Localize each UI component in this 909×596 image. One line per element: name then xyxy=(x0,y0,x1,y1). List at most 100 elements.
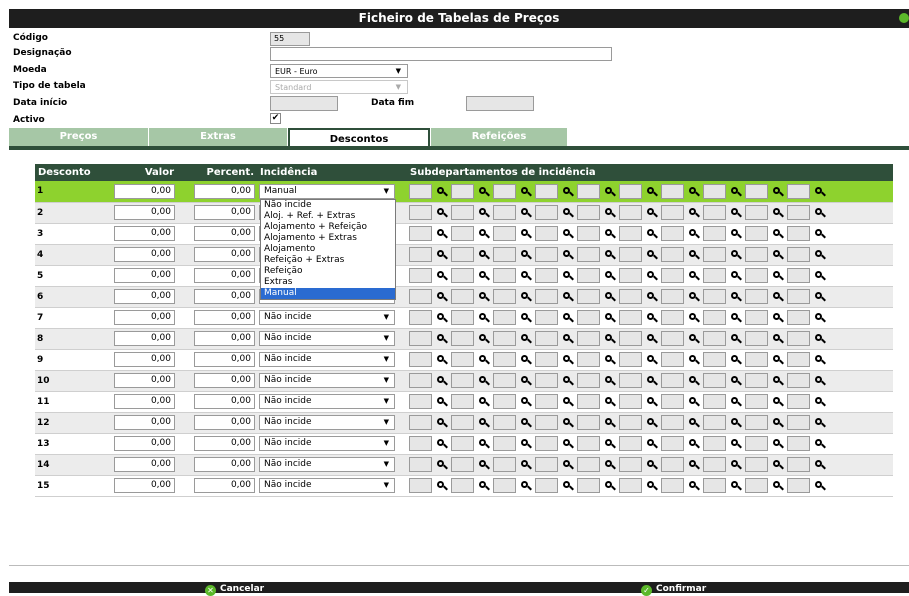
subdep-field[interactable] xyxy=(661,436,684,451)
search-icon[interactable] xyxy=(642,352,661,367)
search-icon[interactable] xyxy=(810,373,829,388)
subdep-field[interactable] xyxy=(409,205,432,220)
valor-input[interactable]: 0,00 xyxy=(114,352,175,367)
search-icon[interactable] xyxy=(642,310,661,325)
search-icon[interactable] xyxy=(474,478,493,493)
search-icon[interactable] xyxy=(600,184,619,199)
search-icon[interactable] xyxy=(432,331,451,346)
search-icon[interactable] xyxy=(600,415,619,430)
subdep-field[interactable] xyxy=(787,352,810,367)
subdep-field[interactable] xyxy=(745,352,768,367)
subdep-field[interactable] xyxy=(619,457,642,472)
data-inicio-field[interactable] xyxy=(270,96,338,111)
table-row[interactable]: 7 0,00 0,00 Não incide ▼ xyxy=(35,307,893,329)
subdep-field[interactable] xyxy=(619,268,642,283)
subdep-field[interactable] xyxy=(577,289,600,304)
subdep-field[interactable] xyxy=(703,373,726,388)
search-icon[interactable] xyxy=(558,457,577,472)
search-icon[interactable] xyxy=(600,205,619,220)
subdep-field[interactable] xyxy=(409,268,432,283)
search-icon[interactable] xyxy=(474,226,493,241)
search-icon[interactable] xyxy=(642,331,661,346)
search-icon[interactable] xyxy=(642,205,661,220)
subdep-field[interactable] xyxy=(493,457,516,472)
subdep-field[interactable] xyxy=(703,394,726,409)
search-icon[interactable] xyxy=(474,331,493,346)
subdep-field[interactable] xyxy=(745,394,768,409)
subdep-field[interactable] xyxy=(409,415,432,430)
subdep-field[interactable] xyxy=(409,226,432,241)
percent-input[interactable]: 0,00 xyxy=(194,478,255,493)
valor-input[interactable]: 0,00 xyxy=(114,205,175,220)
search-icon[interactable] xyxy=(642,394,661,409)
subdep-field[interactable] xyxy=(577,247,600,262)
subdep-field[interactable] xyxy=(787,478,810,493)
search-icon[interactable] xyxy=(642,226,661,241)
search-icon[interactable] xyxy=(810,394,829,409)
search-icon[interactable] xyxy=(726,268,745,283)
subdep-field[interactable] xyxy=(661,289,684,304)
search-icon[interactable] xyxy=(726,415,745,430)
search-icon[interactable] xyxy=(810,184,829,199)
subdep-field[interactable] xyxy=(451,478,474,493)
search-icon[interactable] xyxy=(432,436,451,451)
search-icon[interactable] xyxy=(432,352,451,367)
search-icon[interactable] xyxy=(558,268,577,283)
search-icon[interactable] xyxy=(558,289,577,304)
search-icon[interactable] xyxy=(726,205,745,220)
subdep-field[interactable] xyxy=(661,205,684,220)
subdep-field[interactable] xyxy=(661,478,684,493)
search-icon[interactable] xyxy=(516,310,535,325)
search-icon[interactable] xyxy=(474,373,493,388)
incidencia-select[interactable]: Não incide ▼ xyxy=(259,415,395,430)
subdep-field[interactable] xyxy=(535,373,558,388)
search-icon[interactable] xyxy=(432,289,451,304)
subdep-field[interactable] xyxy=(745,289,768,304)
subdep-field[interactable] xyxy=(535,205,558,220)
subdep-field[interactable] xyxy=(535,289,558,304)
search-icon[interactable] xyxy=(768,268,787,283)
table-row[interactable]: 13 0,00 0,00 Não incide ▼ xyxy=(35,433,893,455)
incidencia-select[interactable]: Não incide ▼ xyxy=(259,373,395,388)
valor-input[interactable]: 0,00 xyxy=(114,183,175,199)
subdep-field[interactable] xyxy=(451,247,474,262)
subdep-field[interactable] xyxy=(703,183,726,199)
subdep-field[interactable] xyxy=(577,394,600,409)
table-row[interactable]: 40,000,00Não incide▼ xyxy=(35,244,893,266)
designacao-field[interactable] xyxy=(270,47,612,61)
table-row[interactable]: 8 0,00 0,00 Não incide ▼ xyxy=(35,328,893,350)
subdep-field[interactable] xyxy=(577,352,600,367)
table-row[interactable]: 10 0,00 0,00 Não incide ▼ xyxy=(35,370,893,392)
tab-extras[interactable]: Extras xyxy=(149,128,287,146)
search-icon[interactable] xyxy=(600,331,619,346)
subdep-field[interactable] xyxy=(787,373,810,388)
search-icon[interactable] xyxy=(726,478,745,493)
search-icon[interactable] xyxy=(516,247,535,262)
valor-input[interactable]: 0,00 xyxy=(114,436,175,451)
subdep-field[interactable] xyxy=(451,289,474,304)
subdep-field[interactable] xyxy=(703,268,726,283)
subdep-field[interactable] xyxy=(619,415,642,430)
search-icon[interactable] xyxy=(558,478,577,493)
subdep-field[interactable] xyxy=(745,247,768,262)
search-icon[interactable] xyxy=(558,184,577,199)
subdep-field[interactable] xyxy=(535,457,558,472)
subdep-field[interactable] xyxy=(409,183,432,199)
search-icon[interactable] xyxy=(558,436,577,451)
search-icon[interactable] xyxy=(684,415,703,430)
table-row[interactable]: 1 0,00 0,00 Manual ▼ xyxy=(35,181,893,203)
subdep-field[interactable] xyxy=(451,457,474,472)
subdep-field[interactable] xyxy=(451,436,474,451)
search-icon[interactable] xyxy=(768,205,787,220)
valor-input[interactable]: 0,00 xyxy=(114,226,175,241)
dropdown-option[interactable]: Alojamento + Refeição xyxy=(261,222,395,233)
subdep-field[interactable] xyxy=(409,352,432,367)
percent-input[interactable]: 0,00 xyxy=(194,268,255,283)
subdep-field[interactable] xyxy=(745,478,768,493)
subdep-field[interactable] xyxy=(745,415,768,430)
search-icon[interactable] xyxy=(432,226,451,241)
dropdown-option[interactable]: Alojamento xyxy=(261,244,395,255)
search-icon[interactable] xyxy=(726,352,745,367)
search-icon[interactable] xyxy=(600,373,619,388)
subdep-field[interactable] xyxy=(451,226,474,241)
